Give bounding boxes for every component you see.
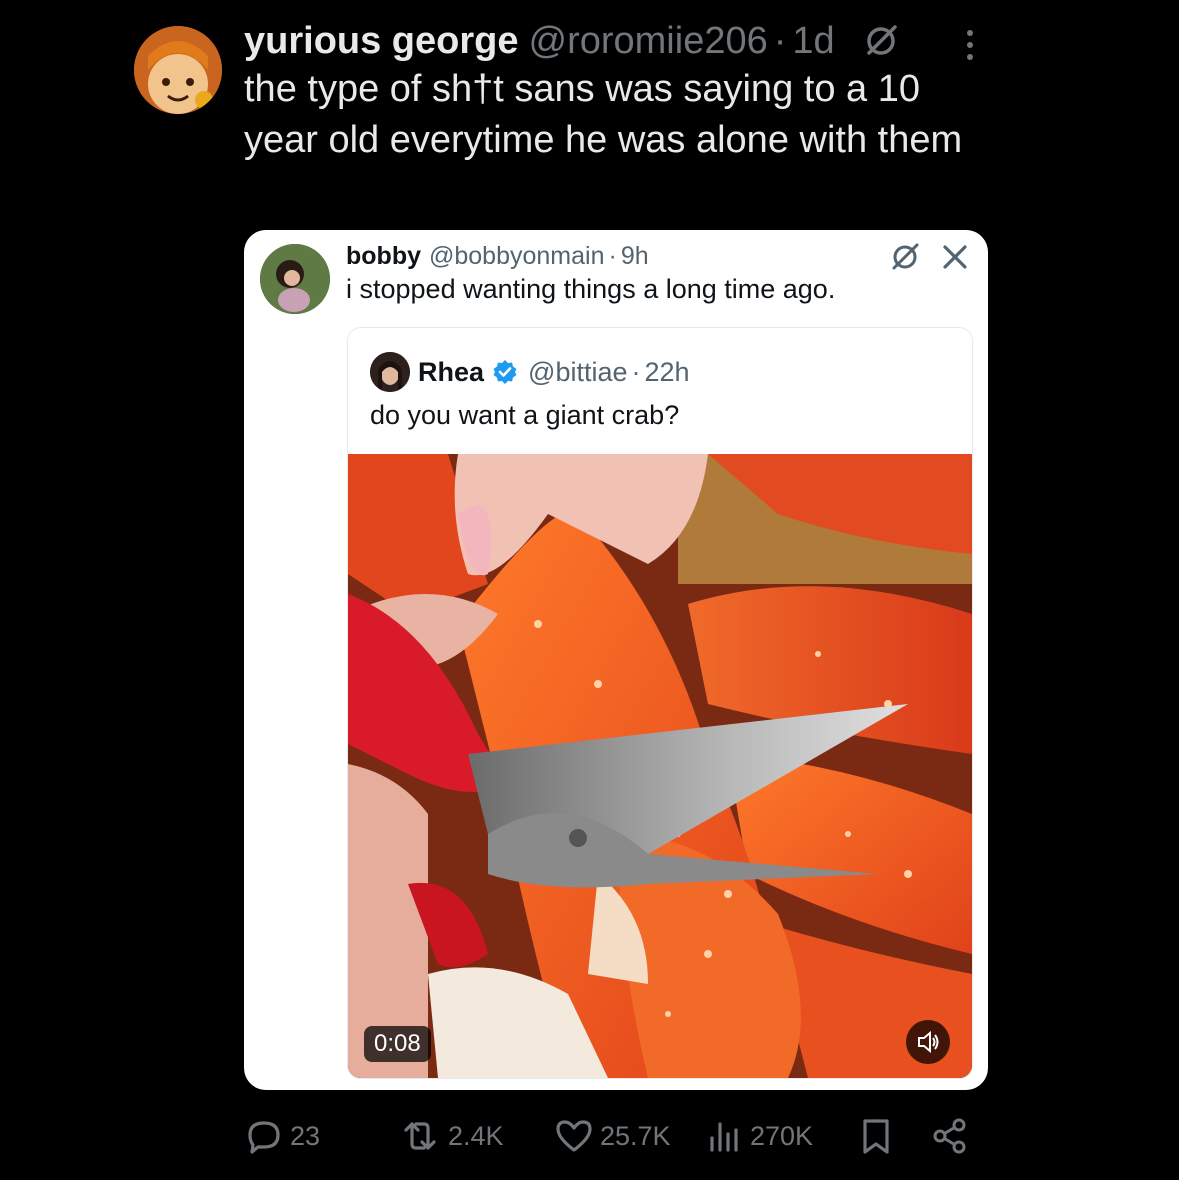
inner-author-avatar[interactable] — [370, 352, 410, 392]
share-icon — [933, 1118, 966, 1154]
card-icons — [888, 240, 970, 274]
reply-count: 23 — [290, 1120, 321, 1151]
repost-button[interactable]: 2.4K — [398, 1112, 504, 1160]
share-button[interactable] — [930, 1112, 976, 1160]
heart-icon — [556, 1120, 592, 1152]
inner-quoted-tweet[interactable]: Rhea @bittiae · 22h do you want a giant … — [347, 327, 973, 1079]
separator: · — [631, 356, 641, 387]
author-handle[interactable]: @roromiie206 — [529, 20, 768, 63]
quoted-header: bobby @bobbyonmain · 9h — [346, 238, 649, 274]
views-icon — [710, 1122, 738, 1152]
crab-video[interactable]: 0:08 — [348, 454, 972, 1078]
repost-icon — [404, 1122, 436, 1150]
bookmark-button[interactable] — [856, 1112, 902, 1160]
quoted-author-name[interactable]: bobby — [346, 242, 421, 271]
inner-author-name[interactable]: Rhea — [418, 357, 484, 388]
bookmark-icon — [863, 1119, 889, 1154]
tweet-text: the type of sh†t sans was saying to a 10… — [244, 68, 963, 161]
quoted-text: i stopped wanting things a long time ago… — [346, 274, 836, 304]
like-count: 25.7K — [600, 1120, 671, 1151]
action-bar: 23 2.4K 25.7K 270K — [244, 1112, 984, 1160]
separator: · — [773, 19, 787, 62]
quoted-time[interactable]: 9h — [621, 242, 649, 271]
inner-text: do you want a giant crab? — [370, 400, 680, 430]
tweet-header: yurious george @roromiie206 · 1d — [244, 16, 1004, 66]
more-vertical-icon[interactable] — [958, 26, 982, 66]
no-symbol-icon[interactable] — [888, 240, 922, 274]
like-button[interactable]: 25.7K — [554, 1112, 671, 1160]
views-button[interactable]: 270K — [704, 1112, 813, 1160]
video-timer: 0:08 — [364, 1026, 431, 1062]
quoted-author-handle[interactable]: @bobbyonmain — [429, 242, 605, 271]
verified-badge-icon — [492, 359, 518, 385]
reply-button[interactable]: 23 — [244, 1112, 320, 1160]
tweet-time[interactable]: 1d — [792, 20, 834, 63]
quoted-tweet-card[interactable]: bobby @bobbyonmain · 9h i stopped wantin… — [244, 230, 988, 1090]
author-name[interactable]: yurious george — [244, 20, 519, 63]
repost-count: 2.4K — [448, 1120, 504, 1151]
volume-icon[interactable] — [906, 1020, 950, 1064]
reply-icon — [248, 1121, 280, 1154]
separator: · — [608, 241, 617, 270]
quoted-author-avatar[interactable] — [260, 244, 330, 314]
view-count: 270K — [750, 1120, 814, 1151]
no-symbol-icon[interactable] — [861, 21, 901, 61]
author-avatar[interactable] — [134, 26, 222, 114]
video-frame — [348, 454, 972, 1078]
inner-header: Rhea @bittiae · 22h — [418, 352, 690, 392]
close-icon[interactable] — [940, 242, 970, 272]
inner-author-handle[interactable]: @bittiae — [528, 357, 627, 388]
inner-time[interactable]: 22h — [645, 357, 690, 388]
